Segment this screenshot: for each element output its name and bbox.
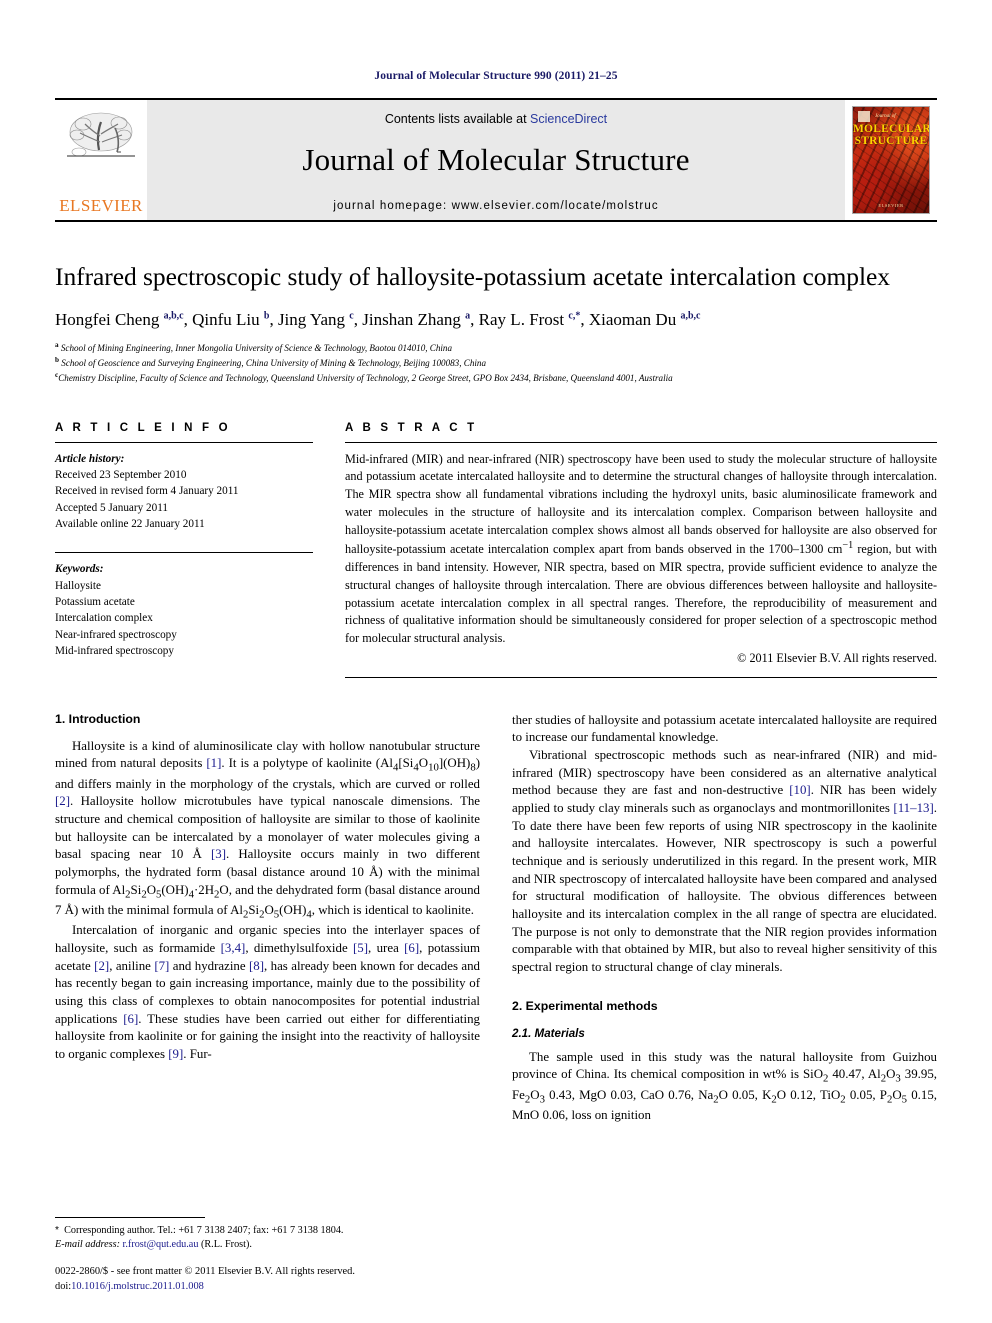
heading-experimental-methods: 2. Experimental methods — [512, 998, 658, 1013]
history-item: Received in revised form 4 January 2011 — [55, 485, 239, 498]
history-item: Available online 22 January 2011 — [55, 517, 205, 530]
masthead-center: Contents lists available at ScienceDirec… — [147, 100, 845, 220]
author-list: Hongfei Cheng a,b,c, Qinfu Liu b, Jing Y… — [55, 310, 701, 330]
paragraph: Intercalation of inorganic and organic s… — [55, 923, 480, 1061]
elsevier-wordmark: ELSEVIER — [59, 196, 143, 215]
left-column: 1. Introduction Halloysite is a kind of … — [55, 712, 480, 1125]
footnote-block: * Corresponding author. Tel.: +61 7 3138… — [55, 1216, 480, 1295]
cover-kicker: Journal of — [875, 114, 896, 119]
contents-prefix: Contents lists available at — [384, 112, 531, 126]
right-column: ther studies of halloysite and potassium… — [512, 712, 937, 1125]
cover-footer: ELSEVIER — [878, 203, 904, 208]
abstract-text: Mid-infrared (MIR) and near-infrared (NI… — [345, 451, 937, 646]
contents-available-line: Contents lists available at ScienceDirec… — [385, 112, 607, 126]
imprint-block: 0022-2860/$ - see front matter © 2011 El… — [55, 1265, 480, 1295]
abstract-rule — [345, 441, 937, 443]
journal-title: Journal of Molecular Structure — [302, 142, 690, 177]
paragraph: Vibrational spectroscopic methods such a… — [512, 747, 937, 975]
cover-title-line1: MOLECULAR — [853, 123, 930, 135]
corresponding-author-note: * Corresponding author. Tel.: +61 7 3138… — [55, 1224, 344, 1236]
article-info-rule — [55, 441, 313, 443]
sciencedirect-link[interactable]: ScienceDirect — [530, 112, 607, 126]
affiliation-b-text: School of Geoscience and Surveying Engin… — [61, 358, 487, 369]
abstract-bottom-rule — [345, 676, 937, 678]
affiliation-c-text: Chemistry Discipline, Faculty of Science… — [58, 373, 673, 384]
keyword-item: Halloysite — [55, 579, 101, 592]
heading-introduction: 1. Introduction — [55, 711, 141, 726]
journal-homepage[interactable]: journal homepage: www.elsevier.com/locat… — [333, 200, 658, 212]
footnote-rule — [55, 1216, 205, 1218]
info-abstract-row: A R T I C L E I N F O Article history: R… — [55, 422, 937, 678]
keywords-label: Keywords: — [55, 563, 104, 576]
doi-prefix: doi: — [55, 1281, 72, 1293]
doi-line: doi:10.1016/j.molstruc.2011.01.008 — [55, 1280, 480, 1295]
affiliation-c: cChemistry Discipline, Faculty of Scienc… — [55, 370, 937, 385]
front-matter-line: 0022-2860/$ - see front matter © 2011 El… — [55, 1266, 355, 1278]
body-columns: 1. Introduction Halloysite is a kind of … — [55, 712, 937, 1125]
running-head: Journal of Molecular Structure 990 (2011… — [374, 70, 618, 82]
paragraph-continuation: ther studies of halloysite and potassium… — [512, 712, 937, 745]
cover-title-line2: STRUCTURE — [854, 135, 928, 147]
elsevier-logo: ELSEVIER — [55, 100, 147, 220]
abstract-heading: A B S T R A C T — [345, 421, 478, 434]
affiliation-mark-a: a — [55, 341, 59, 350]
article-info-column: A R T I C L E I N F O Article history: R… — [55, 422, 313, 678]
history-item: Received 23 September 2010 — [55, 468, 187, 481]
article-history-block: Article history: Received 23 September 2… — [55, 451, 313, 533]
email-note[interactable]: E-mail address: r.frost@qut.edu.au (R.L.… — [55, 1238, 480, 1252]
keyword-item: Mid-infrared spectroscopy — [55, 644, 174, 657]
keyword-item: Intercalation complex — [55, 612, 153, 625]
cover-artwork: Journal of MOLECULAR STRUCTURE ELSEVIER — [852, 106, 930, 214]
heading-materials: 2.1. Materials — [512, 1026, 585, 1040]
keywords-block: Keywords: Halloysite Potassium acetate I… — [55, 561, 313, 659]
affiliation-a-text: School of Mining Engineering, Inner Mong… — [60, 343, 453, 354]
history-item: Accepted 5 January 2011 — [55, 501, 168, 514]
journal-masthead: ELSEVIER Contents lists available at Sci… — [55, 98, 937, 222]
affiliation-mark-b: b — [55, 356, 59, 365]
keyword-item: Potassium acetate — [55, 595, 135, 608]
doi-link[interactable]: 10.1016/j.molstruc.2011.01.008 — [71, 1281, 204, 1292]
affiliation-b: b School of Geoscience and Surveying Eng… — [55, 355, 937, 370]
article-history-label: Article history: — [55, 452, 125, 465]
cover-elsevier-mark-icon — [858, 111, 870, 122]
journal-cover-thumbnail: Journal of MOLECULAR STRUCTURE ELSEVIER — [845, 100, 937, 220]
title-block: Infrared spectroscopic study of halloysi… — [55, 262, 937, 386]
article-info-heading: A R T I C L E I N F O — [55, 421, 231, 434]
paragraph: Halloysite is a kind of aluminosilicate … — [55, 738, 480, 921]
affiliation-a: a School of Mining Engineering, Inner Mo… — [55, 340, 937, 355]
paragraph: The sample used in this study was the na… — [512, 1049, 937, 1122]
paper-page: Journal of Molecular Structure 990 (2011… — [0, 0, 992, 1323]
abstract-copyright: © 2011 Elsevier B.V. All rights reserved… — [737, 650, 937, 665]
abstract-column: A B S T R A C T Mid-infrared (MIR) and n… — [345, 422, 937, 678]
keywords-rule — [55, 552, 313, 554]
affiliation-list: a School of Mining Engineering, Inner Mo… — [55, 340, 937, 385]
keyword-item: Near-infrared spectroscopy — [55, 628, 177, 641]
page-title: Infrared spectroscopic study of halloysi… — [55, 262, 890, 291]
elsevier-tree-icon — [67, 112, 135, 157]
